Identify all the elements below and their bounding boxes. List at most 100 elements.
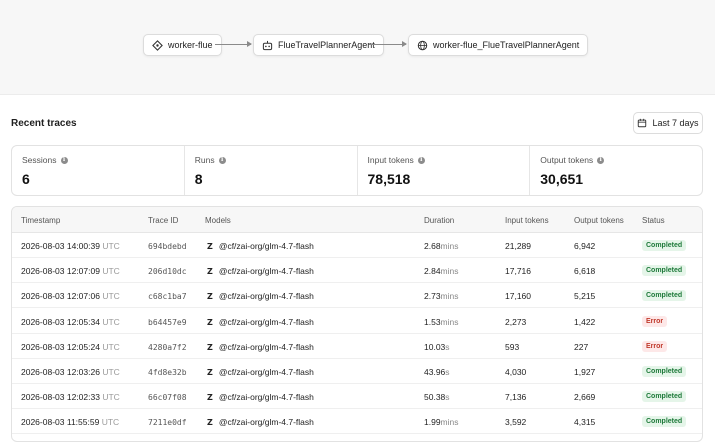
status-badge: Completed bbox=[642, 265, 687, 277]
model-name: @cf/zai-org/glm-4.7-flash bbox=[218, 291, 314, 302]
input-tokens-cell: 21,289 bbox=[505, 241, 531, 251]
table-row[interactable]: 2026-08-03 12:05:24 UTC 4280a7f2 Z @cf/zai-… bbox=[12, 334, 702, 359]
agent-flow-diagram: worker-flue FlueTravelPlannerAgent worke… bbox=[0, 0, 715, 95]
column-header-timestamp[interactable]: Timestamp bbox=[21, 216, 60, 225]
trace-id-cell[interactable]: 7211e0df bbox=[148, 418, 187, 427]
timestamp-value: 2026-08-03 12:07:06 bbox=[21, 291, 100, 302]
info-icon[interactable] bbox=[597, 156, 605, 164]
input-tokens-cell: 7,136 bbox=[505, 392, 527, 403]
column-header-models[interactable]: Models bbox=[205, 216, 231, 225]
output-tokens-cell: 6,942 bbox=[574, 241, 596, 251]
model-cell: Z @cf/zai-org/glm-4.7-flash bbox=[207, 266, 314, 276]
timestamp-cell: 2026-08-03 12:05:24 UTC bbox=[21, 342, 120, 352]
model-cell: Z @cf/zai-org/glm-4.7-flash bbox=[207, 417, 314, 427]
zai-logo-icon: Z bbox=[207, 292, 213, 302]
table-row[interactable]: 2026-08-03 14:00:39 UTC 694bdebd Z @cf/zai-… bbox=[12, 233, 702, 258]
info-icon[interactable] bbox=[60, 156, 68, 164]
duration-unit: s bbox=[445, 392, 450, 403]
duration-cell: 2.84mins bbox=[424, 266, 459, 276]
stat-label: Runs bbox=[194, 155, 215, 165]
model-name: @cf/zai-org/glm-4.7-flash bbox=[218, 266, 314, 277]
flow-node-agent[interactable]: FlueTravelPlannerAgent bbox=[253, 34, 384, 56]
stat-label: Sessions bbox=[22, 155, 57, 165]
table-row[interactable]: 2026-08-03 12:05:34 UTC b64457e9 Z @cf/zai-… bbox=[12, 309, 702, 334]
column-header-input-tokens[interactable]: Input tokens bbox=[505, 216, 549, 225]
flow-node-worker[interactable]: worker-flue bbox=[143, 34, 222, 56]
zai-logo-icon: Z bbox=[207, 267, 213, 277]
duration-cell: 1.53mins bbox=[424, 317, 459, 327]
timezone-label: UTC bbox=[102, 392, 120, 403]
column-header-duration[interactable]: Duration bbox=[424, 216, 454, 225]
duration-cell: 2.68mins bbox=[424, 241, 459, 251]
duration-cell: 1.99mins bbox=[424, 417, 459, 427]
timestamp-value: 2026-08-03 14:00:39 bbox=[21, 241, 100, 251]
zai-logo-icon: Z bbox=[207, 393, 213, 403]
trace-id-cell[interactable]: 4fd8e32b bbox=[148, 368, 187, 377]
model-cell: Z @cf/zai-org/glm-4.7-flash bbox=[207, 241, 314, 251]
output-tokens-cell: 227 bbox=[574, 341, 589, 352]
output-tokens-cell: 6,618 bbox=[574, 266, 596, 277]
zai-logo-icon: Z bbox=[207, 342, 213, 352]
timezone-label: UTC bbox=[102, 266, 120, 277]
duration-value: 1.99 bbox=[424, 417, 441, 428]
timezone-label: UTC bbox=[102, 241, 120, 251]
column-header-trace-id[interactable]: Trace ID bbox=[148, 216, 178, 225]
duration-cell: 2.73mins bbox=[424, 291, 459, 301]
output-tokens-cell: 1,422 bbox=[574, 316, 596, 327]
flow-node-label: worker-flue bbox=[168, 40, 213, 50]
duration-unit: mins bbox=[440, 266, 459, 277]
date-range-label: Last 7 days bbox=[652, 118, 699, 128]
flow-node-endpoint[interactable]: worker-flue_FlueTravelPlannerAgent bbox=[408, 34, 589, 56]
status-badge: Error bbox=[642, 315, 668, 327]
stat-value: 30,651 bbox=[540, 171, 584, 187]
calendar-icon bbox=[638, 118, 647, 128]
model-name: @cf/zai-org/glm-4.7-flash bbox=[218, 341, 314, 352]
timestamp-cell: 2026-08-03 12:02:33 UTC bbox=[21, 392, 120, 402]
model-cell: Z @cf/zai-org/glm-4.7-flash bbox=[207, 342, 314, 352]
diamond-icon bbox=[152, 39, 163, 51]
table-row[interactable]: 2026-08-03 12:07:06 UTC c68c1ba7 Z @cf/zai-… bbox=[12, 283, 702, 309]
duration-value: 2.73 bbox=[424, 291, 441, 302]
trace-id-cell[interactable]: c68c1ba7 bbox=[148, 292, 187, 301]
trace-id-cell[interactable]: 694bdebd bbox=[148, 242, 187, 251]
output-tokens-cell: 2,669 bbox=[574, 392, 596, 403]
info-icon[interactable] bbox=[417, 156, 425, 164]
column-header-output-tokens[interactable]: Output tokens bbox=[574, 216, 624, 225]
trace-id-cell[interactable]: 4280a7f2 bbox=[148, 343, 187, 352]
status-badge: Completed bbox=[642, 391, 687, 403]
duration-cell: 43.96s bbox=[424, 367, 450, 377]
status-badge: Completed bbox=[642, 240, 687, 251]
model-name: @cf/zai-org/glm-4.7-flash bbox=[218, 241, 314, 251]
table-row[interactable]: 2026-08-03 11:55:59 UTC 7211e0df Z @cf/zai-… bbox=[12, 409, 702, 435]
flow-arrow bbox=[369, 41, 407, 47]
timestamp-cell: 2026-08-03 12:05:34 UTC bbox=[21, 317, 120, 327]
duration-unit: mins bbox=[440, 417, 459, 428]
trace-id-cell[interactable]: 66c07f08 bbox=[148, 393, 187, 402]
robot-icon bbox=[262, 40, 273, 50]
date-range-button[interactable]: Last 7 days bbox=[633, 112, 703, 134]
duration-unit: mins bbox=[440, 316, 459, 327]
model-cell: Z @cf/zai-org/glm-4.7-flash bbox=[207, 291, 314, 301]
timestamp-cell: 2026-08-03 11:55:59 UTC bbox=[21, 417, 119, 427]
table-header: Timestamp Trace ID Models Duration Input… bbox=[12, 207, 702, 233]
timestamp-value: 2026-08-03 11:55:59 bbox=[21, 417, 100, 428]
stat-runs: Runs 8 bbox=[185, 146, 358, 195]
timezone-label: UTC bbox=[102, 291, 120, 302]
status-badge: Completed bbox=[642, 290, 687, 302]
table-row[interactable]: 2026-08-03 12:02:33 UTC 66c07f08 Z @cf/zai-… bbox=[12, 384, 702, 410]
input-tokens-cell: 17,716 bbox=[505, 266, 531, 277]
trace-id-cell[interactable]: b64457e9 bbox=[148, 318, 187, 327]
flow-node-label: FlueTravelPlannerAgent bbox=[278, 40, 375, 50]
info-icon[interactable] bbox=[218, 156, 226, 164]
output-tokens-cell: 1,927 bbox=[574, 367, 596, 377]
input-tokens-cell: 3,592 bbox=[505, 417, 527, 428]
table-row[interactable]: 2026-08-03 12:03:26 UTC 4fd8e32b Z @cf/zai-… bbox=[12, 359, 702, 384]
recent-traces-title: Recent traces bbox=[11, 118, 77, 129]
table-row[interactable]: 2026-08-03 12:07:09 UTC 206d10dc Z @cf/zai-… bbox=[12, 258, 702, 284]
status-badge: Completed bbox=[642, 366, 687, 377]
model-name: @cf/zai-org/glm-4.7-flash bbox=[218, 367, 314, 377]
timestamp-cell: 2026-08-03 12:03:26 UTC bbox=[21, 367, 120, 377]
trace-id-cell[interactable]: 206d10dc bbox=[148, 267, 187, 276]
timezone-label: UTC bbox=[102, 341, 120, 352]
column-header-status[interactable]: Status bbox=[642, 216, 665, 225]
